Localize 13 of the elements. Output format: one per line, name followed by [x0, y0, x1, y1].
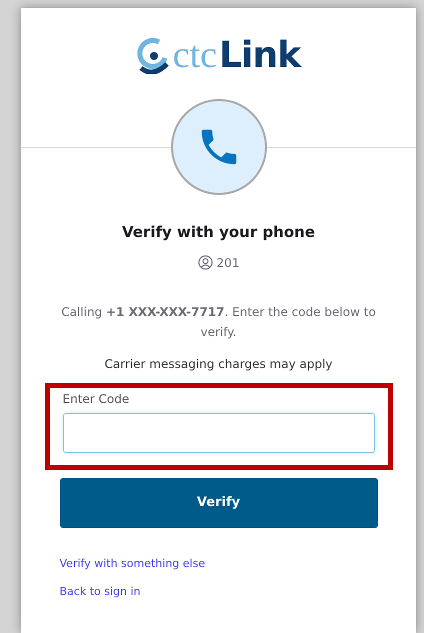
verify-button[interactable]: Verify — [60, 478, 378, 528]
username: 201 — [216, 254, 240, 272]
page-title: Verify with your phone — [122, 222, 316, 243]
logo-text: Link — [219, 38, 300, 74]
charges-notice: Carrier messaging charges may apply — [104, 356, 333, 372]
instructions-text: Calling +1 XXX-XXX-7717. Enter the code below to verify. — [60, 304, 377, 340]
swirl-logo-icon — [136, 38, 171, 74]
logo-text: ctc — [172, 36, 218, 74]
text-link[interactable]: Back to sign in — [60, 584, 141, 600]
text-link[interactable]: Verify with something else — [60, 556, 206, 572]
code-input-field[interactable] — [62, 412, 374, 452]
user-icon — [198, 255, 213, 270]
field-label: Enter Code — [62, 390, 130, 408]
